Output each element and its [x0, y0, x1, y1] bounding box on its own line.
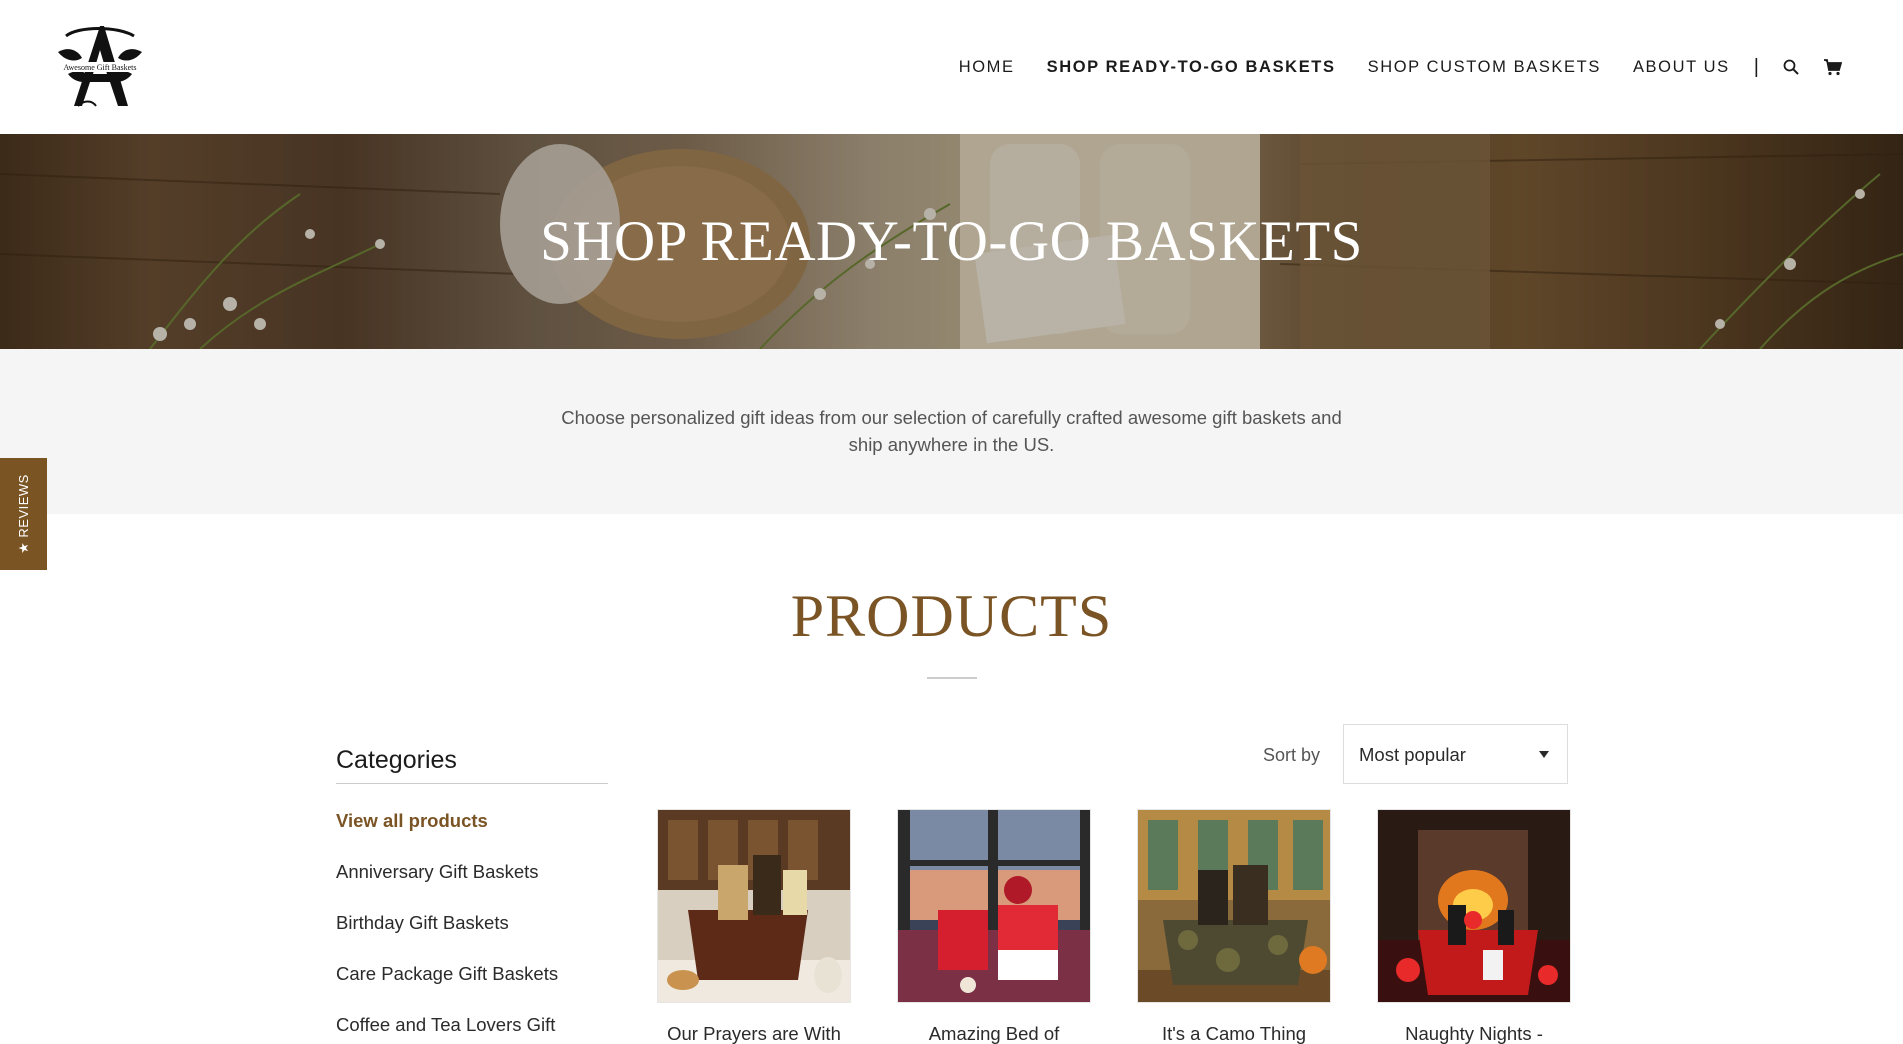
product-image[interactable] — [1377, 809, 1571, 1003]
product-card[interactable]: It's a Camo Thing — [1137, 809, 1331, 1044]
main-nav: HOME SHOP READY-TO-GO BASKETS SHOP CUSTO… — [927, 0, 1843, 134]
nav-separator: | — [1753, 55, 1759, 78]
sort-selected-value: Most popular — [1359, 744, 1466, 765]
search-icon[interactable] — [1781, 57, 1801, 77]
products-heading: PRODUCTS — [790, 583, 1113, 649]
intro-text: Choose personalized gift ideas from our … — [561, 407, 1342, 455]
category-birthday[interactable]: Birthday Gift Baskets — [336, 912, 558, 963]
reviews-tab[interactable]: ★ REVIEWS — [0, 458, 47, 570]
product-name[interactable]: Naughty Nights - — [1377, 1023, 1571, 1044]
categories-divider — [336, 783, 608, 784]
hero-title: SHOP READY-TO-GO BASKETS — [540, 210, 1363, 273]
product-name[interactable]: Our Prayers are With — [657, 1023, 851, 1044]
intro-section: Choose personalized gift ideas from our … — [0, 349, 1903, 514]
reviews-tab-label: ★ REVIEWS — [15, 474, 31, 554]
product-name[interactable]: It's a Camo Thing — [1137, 1023, 1331, 1044]
brand-logo[interactable]: Awesome Gift Baskets — [48, 22, 152, 112]
product-card[interactable]: Naughty Nights - — [1377, 809, 1571, 1044]
sort-dropdown[interactable]: Most popular — [1343, 724, 1568, 784]
nav-shop-custom[interactable]: SHOP CUSTOM BASKETS — [1368, 58, 1601, 77]
product-image[interactable] — [897, 809, 1091, 1003]
heading-divider — [927, 677, 977, 679]
site-header: Awesome Gift Baskets HOME SHOP READY-TO-… — [0, 0, 1903, 134]
cart-icon[interactable] — [1823, 57, 1843, 77]
hero-banner: SHOP READY-TO-GO BASKETS — [0, 134, 1903, 349]
sort-label: Sort by — [1263, 745, 1321, 765]
categories-list: View all products Anniversary Gift Baske… — [336, 810, 558, 1044]
category-view-all[interactable]: View all products — [336, 810, 558, 861]
nav-about-us[interactable]: ABOUT US — [1633, 58, 1730, 77]
nav-home[interactable]: HOME — [959, 58, 1015, 77]
category-anniversary[interactable]: Anniversary Gift Baskets — [336, 861, 558, 912]
product-image[interactable] — [657, 809, 851, 1003]
logo-text: Awesome Gift Baskets — [63, 63, 136, 72]
category-coffee-tea[interactable]: Coffee and Tea Lovers Gift — [336, 1014, 558, 1044]
product-card[interactable]: Our Prayers are With — [657, 809, 851, 1044]
product-image[interactable] — [1137, 809, 1331, 1003]
product-card[interactable]: Amazing Bed of — [897, 809, 1091, 1044]
categories-heading: Categories — [336, 746, 457, 774]
nav-shop-ready-to-go[interactable]: SHOP READY-TO-GO BASKETS — [1047, 58, 1336, 77]
chevron-down-icon — [1539, 751, 1549, 758]
category-care-package[interactable]: Care Package Gift Baskets — [336, 963, 558, 1014]
product-name[interactable]: Amazing Bed of — [897, 1023, 1091, 1044]
